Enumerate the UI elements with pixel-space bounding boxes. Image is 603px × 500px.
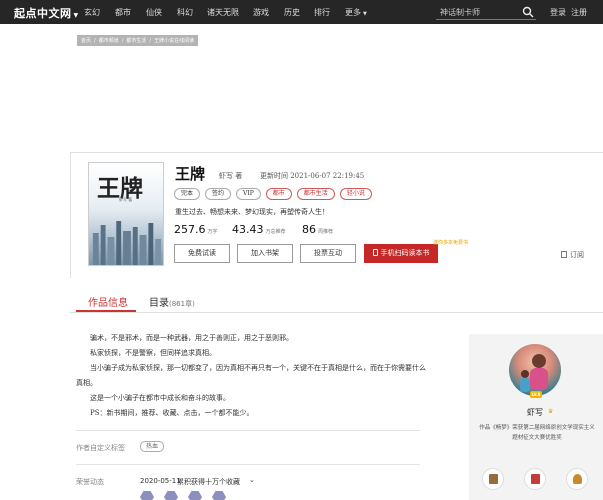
chevron-down-icon[interactable]: ⌄	[249, 476, 255, 484]
author-tags-label: 作者自定义标签	[76, 444, 125, 452]
avatar-photo	[520, 354, 548, 392]
section-divider	[76, 464, 420, 465]
description-line: 私家侦探，不是警察，但同样追求真相。	[90, 349, 216, 357]
author-tag[interactable]: 热血	[140, 441, 165, 452]
author-rank-button[interactable]	[566, 468, 588, 490]
nav-item-dushi[interactable]: 都市	[115, 7, 131, 18]
breadcrumb-category[interactable]: 都市生活	[126, 37, 146, 44]
description-line: 这是一个小骗子在都市中成长和奋斗的故事。	[90, 394, 230, 402]
stat-week-recommend-unit: 周推荐	[318, 229, 334, 235]
author-notes-button[interactable]	[524, 468, 546, 490]
description-line: 骗术，不是邪术，而是一种武器，用之于善则正，用之于恶则邪。	[90, 334, 293, 342]
stat-week-recommend: 86 周推荐	[302, 223, 333, 236]
rss-icon	[561, 251, 567, 258]
stat-total-recommend-value: 43.43	[232, 223, 264, 236]
author-name[interactable]: 虾写	[527, 407, 543, 418]
stat-word-count-value: 257.6	[174, 223, 206, 236]
honor-date: 2020-05-11	[140, 477, 181, 485]
tab-catalog[interactable]: 目录(861章)	[149, 294, 195, 309]
tab-divider	[70, 312, 603, 313]
honor-label: 荣誉动态	[76, 478, 104, 486]
breadcrumb-separator: /	[121, 37, 124, 44]
nav-item-paihang[interactable]: 排行	[314, 7, 330, 18]
honor-text: 累积获得十万个收藏	[177, 478, 240, 486]
tag-light-novel[interactable]: 轻小说	[339, 188, 372, 200]
stat-word-count: 257.6 万字	[174, 223, 218, 236]
nav-item-youxi[interactable]: 游戏	[253, 7, 269, 18]
search-box	[436, 4, 536, 20]
book-author[interactable]: 虾写 著	[219, 171, 242, 181]
add-shelf-button[interactable]: 加入书架	[237, 244, 293, 263]
document-icon	[531, 474, 540, 484]
stat-total-recommend: 43.43 万总推荐	[232, 223, 286, 236]
tag-subcategory[interactable]: 都市生活	[296, 188, 335, 200]
site-logo[interactable]: 起点中文网 ▼	[14, 5, 79, 21]
register-link[interactable]: 注册	[571, 7, 587, 18]
stat-word-count-unit: 万字	[207, 229, 218, 235]
author-works-button[interactable]	[482, 468, 504, 490]
vote-button[interactable]: 投票互动	[300, 244, 356, 263]
nav-item-xuanhuan[interactable]: 玄幻	[84, 7, 100, 18]
nav-item-xianxia[interactable]: 仙侠	[146, 7, 162, 18]
free-read-button[interactable]: 免费试读	[174, 244, 230, 263]
book-title: 王牌	[175, 165, 206, 183]
book-tags: 完本 签约 VIP 都市 都市生活 轻小说	[174, 188, 372, 200]
book-cover[interactable]: 王牌 虾写 著	[88, 162, 164, 266]
nav-more-label: 更多	[345, 8, 361, 17]
book-icon	[489, 474, 498, 484]
tag-signed: 签约	[205, 188, 232, 200]
phone-icon	[372, 249, 378, 256]
stat-week-recommend-value: 86	[302, 223, 316, 236]
section-divider	[76, 430, 420, 431]
tag-vip: VIP	[236, 188, 261, 200]
chevron-down-icon: ▼	[73, 12, 79, 19]
chapter-count: (861章)	[169, 300, 195, 308]
promo-text: 送你多本免费书	[433, 240, 469, 246]
nav-item-more[interactable]: 更多 ▼	[345, 7, 367, 18]
breadcrumb-home[interactable]: 首页	[81, 37, 91, 44]
honor-badge-icon[interactable]	[212, 491, 226, 500]
book-intro: 重生过去、畅想未来、梦幻现实，再塑传奇人生！	[175, 208, 329, 216]
author-avatar[interactable]	[509, 344, 561, 396]
scan-qr-button[interactable]: 手机扫码读本书	[364, 244, 438, 263]
trophy-icon	[573, 474, 582, 484]
breadcrumb: 首页 / 都市频道 / 都市生活 / 王牌小说在线阅读	[77, 35, 199, 46]
login-link[interactable]: 登录	[550, 7, 566, 18]
tag-finished: 完本	[174, 188, 201, 200]
breadcrumb-current: 王牌小说在线阅读	[154, 38, 195, 44]
top-nav: 起点中文网▼ 玄幻 都市 仙侠 科幻 诸天无限 游戏 历史 排行 更多▼ 登录 …	[0, 0, 603, 24]
tab-book-info[interactable]: 作品信息	[88, 294, 128, 309]
author-level-badge: LV.8	[530, 391, 542, 398]
update-time: 更新时间 2021-06-07 22:19:45	[260, 172, 365, 180]
tab-catalog-label: 目录	[149, 298, 169, 309]
cover-cityscape-image	[92, 221, 162, 265]
nav-item-zhutian[interactable]: 诸天无限	[207, 7, 239, 18]
subscribe-link[interactable]: 订阅	[561, 250, 584, 260]
honor-badges	[140, 491, 226, 500]
search-icon[interactable]	[522, 6, 534, 18]
breadcrumb-channel[interactable]: 都市频道	[99, 37, 119, 44]
crown-icon: ♛	[548, 408, 554, 415]
scan-qr-label: 手机扫码读本书	[380, 249, 430, 257]
breadcrumb-separator: /	[94, 37, 96, 44]
honor-badge-icon[interactable]	[140, 491, 154, 500]
description-line: PS：新书期间，推荐、收藏、点击，一个都不能少。	[90, 409, 254, 417]
author-award: 作品《畅梦》荣获第二届网络原创文学现实主义题材征文大赛优胜奖	[479, 425, 595, 441]
cover-author: 虾写 著	[119, 197, 133, 202]
stat-total-recommend-unit: 万总推荐	[265, 229, 286, 235]
honor-badge-icon[interactable]	[164, 491, 178, 500]
search-input[interactable]	[440, 6, 518, 18]
description-line: 真相。	[76, 379, 97, 387]
tag-category-dushi[interactable]: 都市	[265, 188, 292, 200]
subscribe-label: 订阅	[570, 251, 584, 259]
honor-badge-icon[interactable]	[188, 491, 202, 500]
description-line: 当小骗子成为私家侦探，那一切都变了，因为真相不再只有一个，关键不在于真相是什么，…	[90, 364, 426, 372]
nav-item-lishi[interactable]: 历史	[284, 7, 300, 18]
breadcrumb-separator: /	[149, 37, 152, 44]
chevron-down-icon: ▼	[363, 11, 367, 17]
nav-item-kehuan[interactable]: 科幻	[177, 7, 193, 18]
